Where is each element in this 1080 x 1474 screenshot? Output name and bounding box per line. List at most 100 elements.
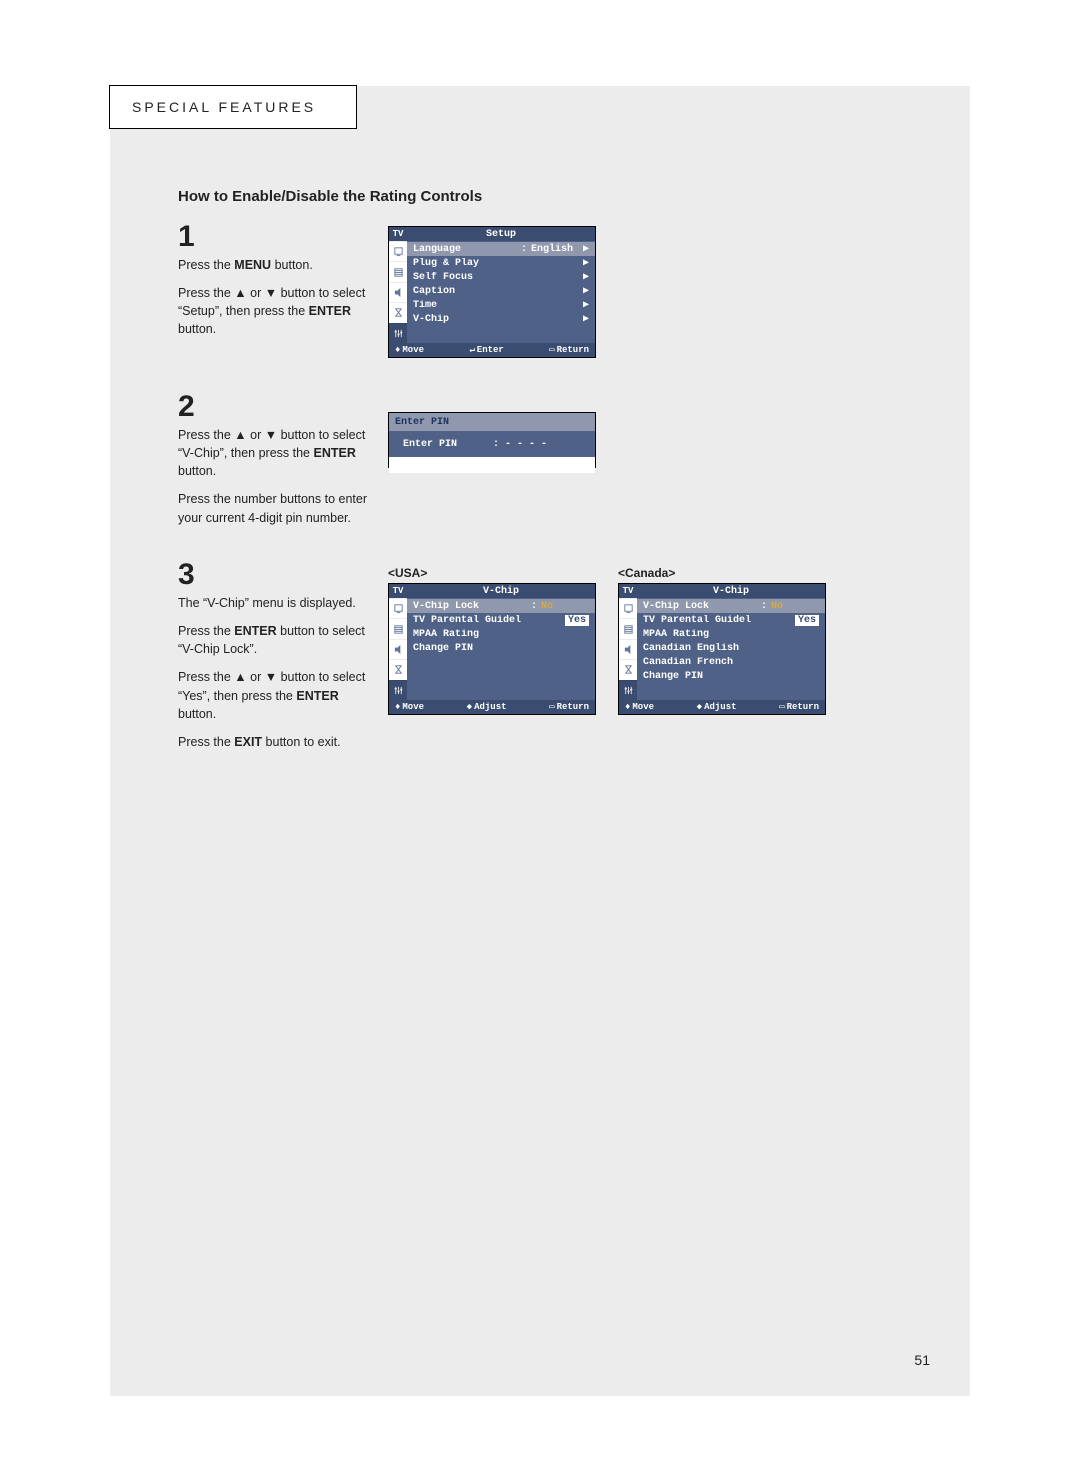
osd-vchip-list: V-Chip Lock : NoTV Parental GuidelYesMPA…	[407, 598, 595, 700]
footer-move: ♦Move	[625, 702, 654, 712]
setup-icon	[389, 680, 407, 700]
speaker-icon	[619, 639, 637, 659]
menu-row-label: Canadian English	[643, 643, 819, 654]
step-1: 1 Press the MENU button. Press the ▲ or …	[178, 222, 374, 349]
menu-row-value: No	[767, 601, 819, 612]
osd-title: V-Chip	[407, 584, 595, 598]
menu-row: Change PIN	[637, 669, 825, 683]
caret-right-icon: ▶	[579, 257, 589, 269]
picture-icon	[389, 241, 407, 261]
caret-right-icon: ▶	[579, 271, 589, 283]
setup-icon	[619, 680, 637, 700]
sound-icon	[389, 261, 407, 281]
section-tab-label: SPECIAL FEATURES	[132, 99, 316, 115]
osd-side-icons	[619, 598, 637, 700]
up-arrow-icon: ▲	[234, 286, 246, 300]
speaker-icon	[389, 639, 407, 659]
menu-row: Language : English▶	[407, 242, 595, 256]
menu-row-label: Time	[413, 300, 579, 311]
menu-row: Caption▶	[407, 284, 595, 298]
osd-enter-pin: Enter PIN Enter PIN : - - - -	[388, 412, 596, 468]
caret-right-icon: ▶	[579, 299, 589, 311]
down-arrow-icon: ▼	[265, 670, 277, 684]
menu-row: Plug & Play▶	[407, 256, 595, 270]
setup-icon	[389, 323, 407, 343]
page-number: 51	[914, 1352, 930, 1368]
osd-vchip-usa: TV V-Chip V-Chip Lock : NoTV Parental Gu…	[388, 583, 596, 715]
hourglass-icon	[389, 302, 407, 322]
step-number: 2	[178, 392, 374, 422]
menu-row-label: Caption	[413, 286, 579, 297]
caret-right-icon: ▶	[579, 285, 589, 297]
pin-header: Enter PIN	[389, 413, 595, 431]
up-arrow-icon: ▲	[234, 670, 246, 684]
step-3: 3 The “V-Chip” menu is displayed. Press …	[178, 560, 374, 761]
menu-row-value: Yes	[795, 615, 819, 626]
osd-tv-label: TV	[389, 584, 407, 598]
osd-side-icons	[389, 598, 407, 700]
up-arrow-icon: ▲	[234, 428, 246, 442]
menu-row-value: Yes	[565, 615, 589, 626]
menu-row-label: MPAA Rating	[413, 629, 589, 640]
footer-return: ▭Return	[779, 702, 819, 712]
menu-row-label: Change PIN	[413, 643, 589, 654]
menu-row-label: TV Parental Guidel	[413, 615, 565, 626]
pin-body: Enter PIN : - - - -	[389, 431, 595, 457]
down-arrow-icon: ▼	[265, 428, 277, 442]
footer-adjust: ◆Adjust	[697, 702, 737, 712]
osd-tv-label: TV	[389, 227, 407, 241]
menu-row-label: V-Chip Lock	[413, 601, 531, 612]
menu-row-label: Plug & Play	[413, 258, 579, 269]
picture-icon	[389, 598, 407, 618]
step-instructions: Press the ▲ or ▼ button to select “V-Chi…	[178, 426, 374, 527]
caret-right-icon: ▶	[579, 243, 589, 255]
page-title: How to Enable/Disable the Rating Control…	[178, 188, 482, 205]
menu-row: Canadian French	[637, 655, 825, 669]
footer-adjust: ◆Adjust	[467, 702, 507, 712]
sound-icon	[619, 618, 637, 638]
region-label-usa: <USA>	[388, 566, 427, 580]
menu-row-label: Language	[413, 244, 521, 255]
picture-icon	[619, 598, 637, 618]
menu-row-value: No	[537, 601, 589, 612]
caret-right-icon: ▶	[579, 313, 589, 325]
osd-setup-list: Language : English▶Plug & Play▶Self Focu…	[407, 241, 595, 343]
region-label-canada: <Canada>	[618, 566, 675, 580]
osd-side-icons	[389, 241, 407, 343]
pin-footer	[389, 457, 595, 473]
hourglass-icon	[619, 659, 637, 679]
manual-page: SPECIAL FEATURES How to Enable/Disable t…	[110, 86, 970, 1396]
menu-row: V-Chip Lock : No	[637, 599, 825, 613]
menu-row-label: V-Chip	[413, 314, 579, 325]
menu-row: MPAA Rating	[637, 627, 825, 641]
menu-row-label: MPAA Rating	[643, 629, 819, 640]
pin-value: : - - - -	[493, 439, 547, 450]
menu-row-label: Change PIN	[643, 671, 819, 682]
footer-return: ▭Return	[549, 702, 589, 712]
sound-icon	[389, 618, 407, 638]
osd-setup-menu: TV Setup Language : English▶Plug & Play▶…	[388, 226, 596, 358]
menu-row: Change PIN	[407, 641, 595, 655]
osd-vchip-canada: TV V-Chip V-Chip Lock : No TV Parental Gu…	[618, 583, 826, 715]
menu-row: Time▶	[407, 298, 595, 312]
down-arrow-icon: ▼	[265, 286, 277, 300]
menu-row: TV Parental GuidelYes	[407, 613, 595, 627]
menu-row: Self Focus▶	[407, 270, 595, 284]
menu-row-label: TV Parental Guidel	[643, 615, 795, 626]
section-tab: SPECIAL FEATURES	[109, 85, 357, 129]
osd-tv-label: TV	[619, 584, 637, 598]
hourglass-icon	[389, 659, 407, 679]
osd-title: V-Chip	[637, 584, 825, 598]
menu-row: V-Chip▶	[407, 312, 595, 326]
osd-title: Setup	[407, 227, 595, 241]
menu-row: MPAA Rating	[407, 627, 595, 641]
osd-footer: ♦Move ◆Adjust ▭Return	[389, 700, 595, 714]
step-instructions: Press the MENU button. Press the ▲ or ▼ …	[178, 256, 374, 339]
footer-move: ♦Move	[395, 345, 424, 355]
menu-row: Canadian English	[637, 641, 825, 655]
step-2: 2 Press the ▲ or ▼ button to select “V-C…	[178, 392, 374, 537]
menu-row-label: Self Focus	[413, 272, 579, 283]
osd-vchip-list: V-Chip Lock : No TV Parental GuidelYes MPA…	[637, 598, 825, 700]
menu-row: V-Chip Lock : No	[407, 599, 595, 613]
step-number: 1	[178, 222, 374, 252]
